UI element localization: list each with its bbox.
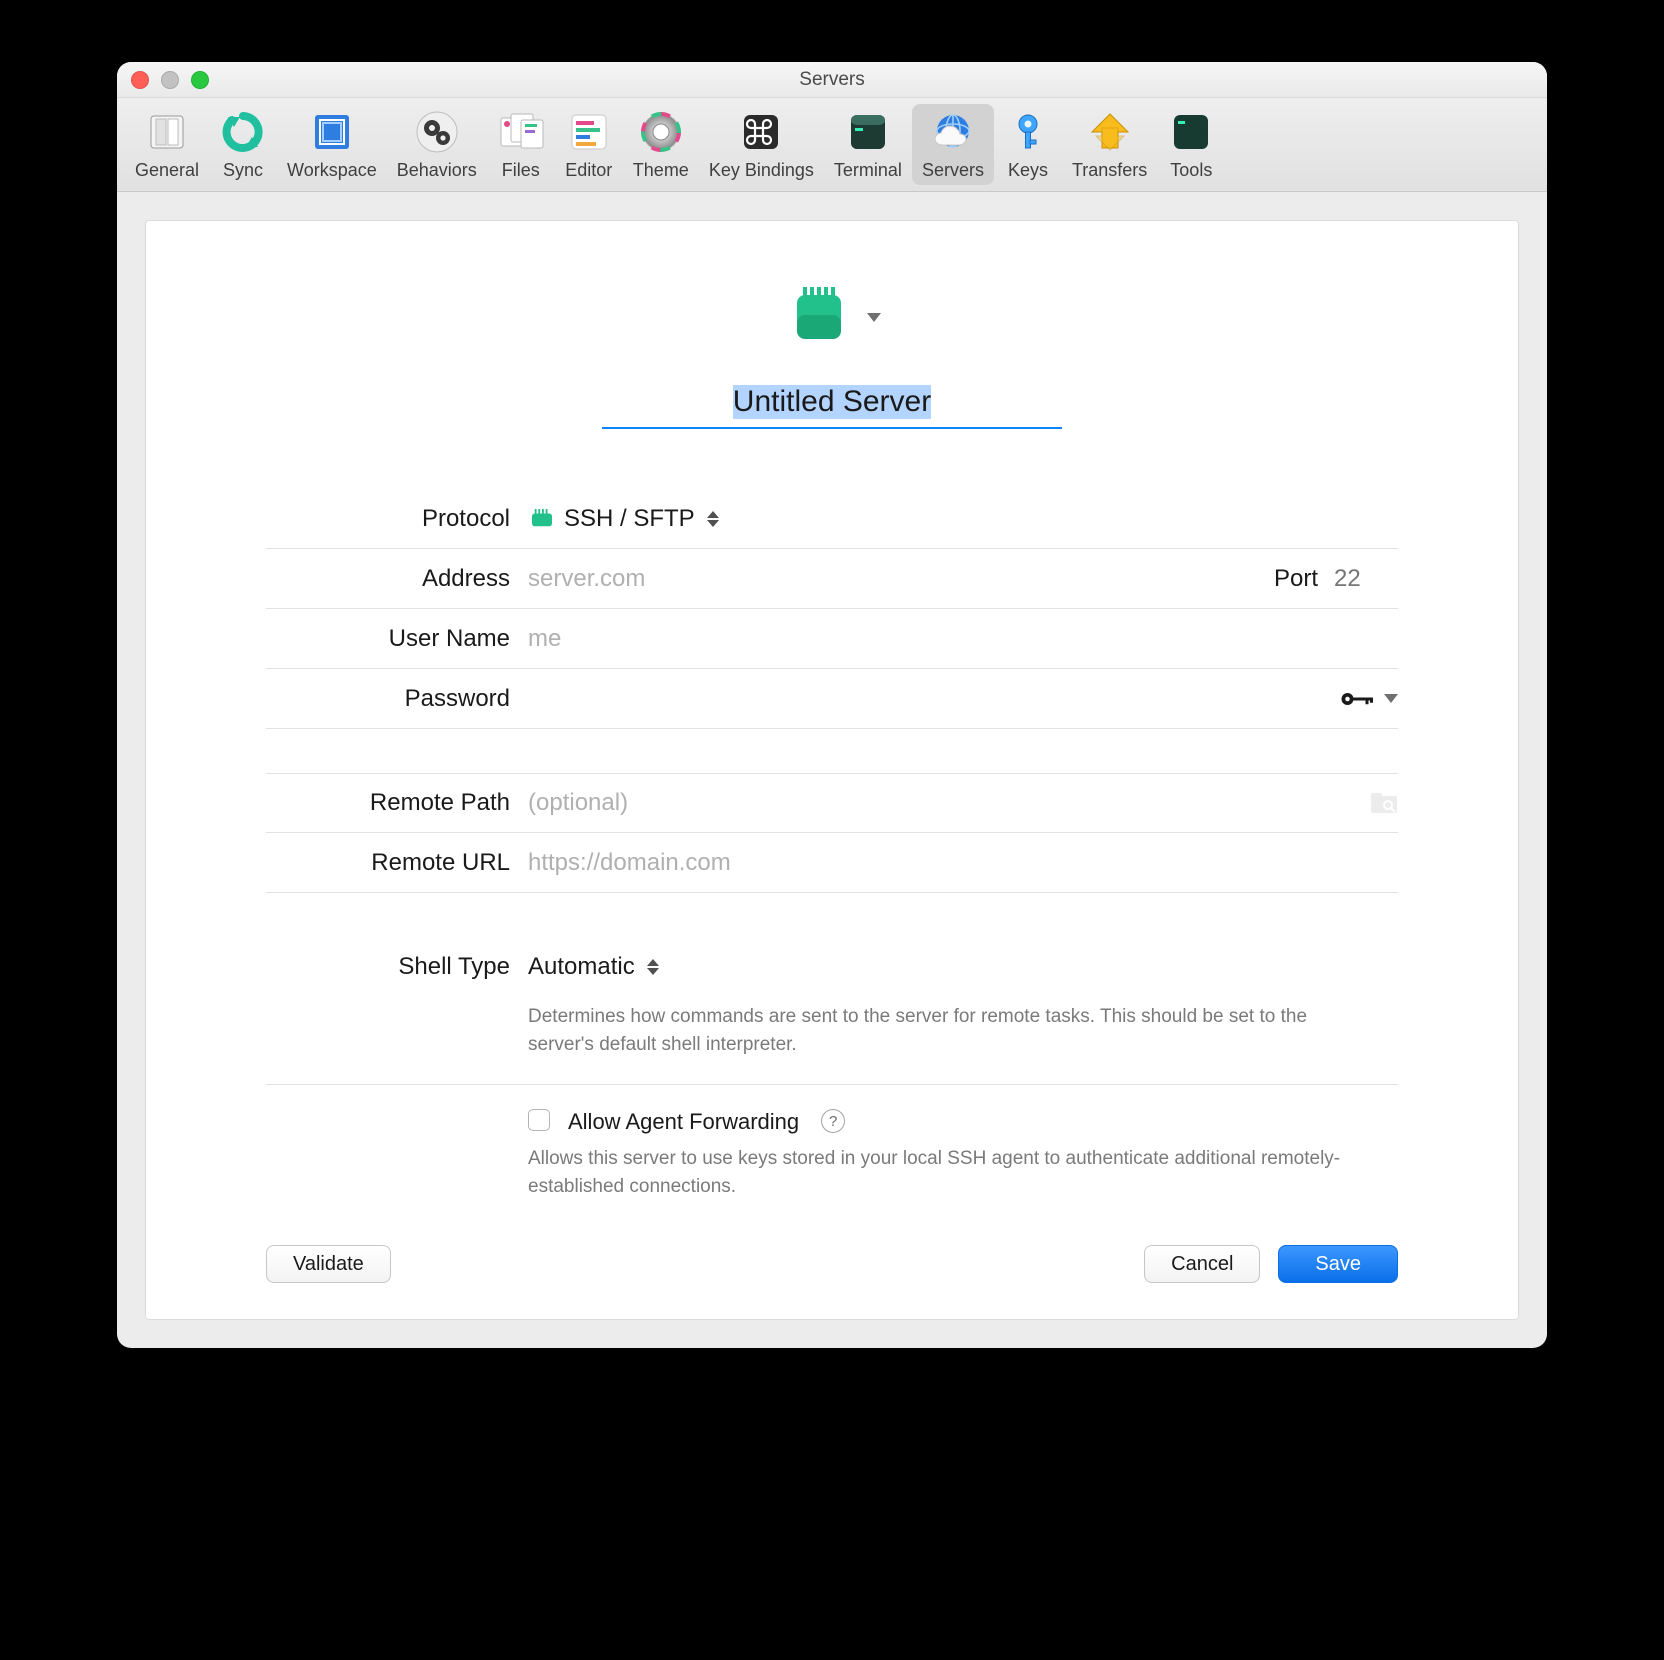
password-key-menu[interactable] [1340, 689, 1398, 709]
address-input[interactable] [528, 565, 1264, 593]
address-label: Address [266, 565, 510, 593]
shell-type-description: Determines how commands are sent to the … [528, 1003, 1398, 1058]
save-button[interactable]: Save [1278, 1245, 1398, 1283]
port-label: Port [1274, 565, 1318, 593]
workspace-icon [308, 108, 356, 156]
port-input[interactable] [1334, 565, 1398, 593]
sync-icon [219, 108, 267, 156]
shell-type-select[interactable]: Automatic [528, 953, 659, 981]
username-input[interactable] [528, 625, 1398, 653]
agent-forwarding-description: Allows this server to use keys stored in… [528, 1145, 1398, 1200]
remote-path-input[interactable] [528, 789, 1360, 817]
terminal-icon [844, 108, 892, 156]
key-horizontal-icon [1340, 689, 1376, 709]
toolbar-item-servers[interactable]: Servers [912, 104, 994, 185]
toolbar-item-key-bindings[interactable]: Key Bindings [699, 104, 824, 185]
remote-url-label: Remote URL [266, 849, 510, 877]
browse-remote-icon[interactable] [1370, 791, 1398, 815]
agent-forwarding-label: Allow Agent Forwarding [568, 1109, 799, 1135]
toolbar-item-workspace[interactable]: Workspace [277, 104, 387, 185]
toolbar-item-general[interactable]: General [125, 104, 209, 185]
toolbar-item-terminal[interactable]: Terminal [824, 104, 912, 185]
switch-icon [143, 108, 191, 156]
chevron-down-icon [1384, 694, 1398, 703]
titlebar: Servers [117, 62, 1547, 98]
toolbar-item-theme[interactable]: Theme [623, 104, 699, 185]
shell-type-label: Shell Type [266, 953, 510, 981]
theme-icon [637, 108, 685, 156]
password-input[interactable] [528, 685, 1330, 713]
toolbar-item-behaviors[interactable]: Behaviors [387, 104, 487, 185]
toolbar-item-sync[interactable]: Sync [209, 104, 277, 185]
toolbar-item-editor[interactable]: Editor [555, 104, 623, 185]
command-key-icon [737, 108, 785, 156]
files-icon [497, 108, 545, 156]
content-area: Untitled Server Protocol SSH / SFTP [117, 192, 1547, 1348]
protocol-select[interactable]: SSH / SFTP [528, 505, 719, 533]
transfers-icon [1086, 108, 1134, 156]
protocol-label: Protocol [266, 505, 510, 533]
agent-forwarding-checkbox[interactable] [528, 1109, 550, 1131]
server-icon-picker[interactable] [783, 281, 881, 353]
window-title: Servers [117, 69, 1547, 91]
validate-button[interactable]: Validate [266, 1245, 391, 1283]
agent-forwarding-help[interactable]: ? [821, 1109, 845, 1133]
key-icon [1004, 108, 1052, 156]
connector-icon [783, 281, 855, 353]
toolbar-item-files[interactable]: Files [487, 104, 555, 185]
cancel-button[interactable]: Cancel [1144, 1245, 1260, 1283]
password-label: Password [266, 685, 510, 713]
remote-url-input[interactable] [528, 849, 1398, 877]
server-name-input[interactable] [602, 381, 1062, 429]
remote-path-label: Remote Path [266, 789, 510, 817]
username-label: User Name [266, 625, 510, 653]
connector-mini-icon [528, 509, 556, 529]
toolbar-item-keys[interactable]: Keys [994, 104, 1062, 185]
updown-icon [647, 959, 659, 975]
chevron-down-icon [867, 313, 881, 322]
gears-icon [413, 108, 461, 156]
toolbar-item-tools[interactable]: Tools [1157, 104, 1225, 185]
tools-terminal-icon [1167, 108, 1215, 156]
toolbar-item-transfers[interactable]: Transfers [1062, 104, 1157, 185]
globe-cloud-icon [929, 108, 977, 156]
updown-icon [707, 511, 719, 527]
server-editor-panel: Untitled Server Protocol SSH / SFTP [145, 220, 1519, 1320]
editor-icon [565, 108, 613, 156]
preferences-window: Servers General Sync [117, 62, 1547, 1348]
preferences-toolbar: General Sync Workspace [117, 98, 1547, 192]
